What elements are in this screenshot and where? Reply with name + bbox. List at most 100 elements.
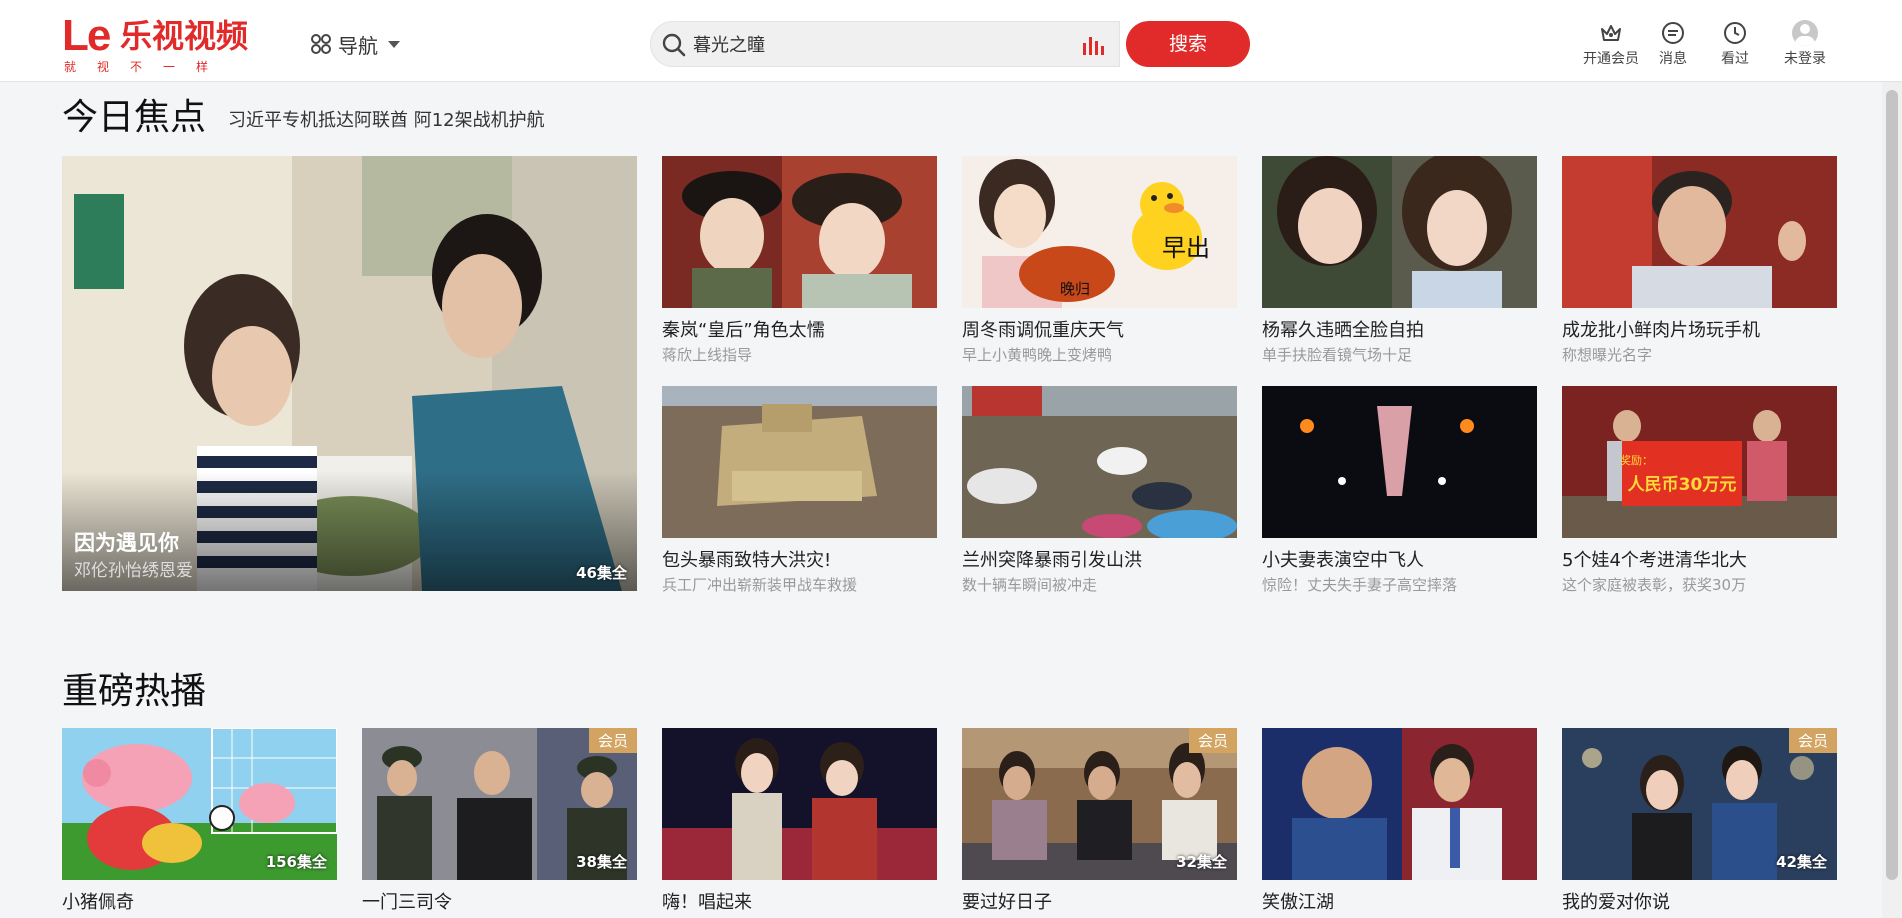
voice-bars-icon[interactable] [1081,33,1105,57]
logo-slogan: 就视不一样 [64,60,230,74]
episode-count-badge: 46集全 [576,564,627,582]
nav-menu-label: 导航 [338,33,378,58]
search-input[interactable] [693,30,1033,58]
aerial-stunt-image [1262,386,1537,538]
focus-card-title: 5个娃4个考进清华北大 [1562,550,1747,571]
avatar-icon [1792,20,1818,46]
vip-badge: 会员 [588,728,637,753]
focus-card-subtitle: 这个家庭被表彰，获奖30万 [1562,576,1747,594]
page-scrollbar[interactable] [1882,82,1902,918]
hot-card-thumbnail [1262,728,1537,880]
focus-card[interactable]: 秦岚“皇后”角色太懦 蒋欣上线指导 [662,156,937,365]
hot-card[interactable]: 会员 38集全 一门三司令 [362,728,637,914]
focus-card-thumbnail [662,386,937,538]
hot-card[interactable]: 会员 42集全 我的爱对你说 [1562,728,1837,914]
flood-armored-vehicle-image [662,386,937,538]
crown-icon [1601,25,1621,41]
hot-card-title: 我的爱对你说 [1562,892,1670,913]
singing-show-image [662,728,937,880]
grid-icon [311,34,331,54]
focus-card-title: 包头暴雨致特大洪灾! [662,550,832,571]
hot-card-thumbnail [662,728,937,880]
focus-card-subtitle: 称想曝光名字 [1562,346,1653,364]
caret-down-icon [388,40,400,48]
meme-caption-morning: 早出 [1162,234,1210,262]
award-banner-label: 奖励： [1620,454,1653,467]
search-icon[interactable] [661,32,687,58]
hot-card-thumbnail: 会员 38集全 [362,728,637,880]
message-icon [1662,22,1684,44]
episode-count-badge: 32集全 [1176,853,1227,871]
letv-logo[interactable]: Le 乐视视频 就视不一样 [62,11,272,75]
user-tools: 开通会员 消息 看过 未登录 [1580,16,1836,68]
hot-card[interactable]: 156集全 小猪佩奇 [62,728,337,914]
search-bar: 搜索 [650,21,1250,67]
focus-main-title: 因为遇见你 [74,531,179,555]
episode-count-badge: 156集全 [265,853,327,871]
focus-card-title: 兰州突降暴雨引发山洪 [962,550,1142,571]
vip-label: 开通会员 [1583,51,1639,67]
search-button[interactable]: 搜索 [1126,21,1250,67]
history-label: 看过 [1721,51,1749,67]
interview-image [1562,156,1837,308]
history-button[interactable]: 看过 [1704,16,1766,68]
award-ceremony-image [1562,386,1837,538]
focus-card[interactable]: 成龙批小鲜肉片场玩手机 称想曝光名字 [1562,156,1837,365]
focus-card[interactable]: 兰州突降暴雨引发山洪 数十辆车瞬间被冲走 [962,386,1237,595]
login-button[interactable]: 未登录 [1774,16,1836,68]
hot-card-thumbnail: 156集全 [62,728,337,880]
focus-card-title: 秦岚“皇后”角色太懦 [662,320,825,341]
hot-section-title: 重磅热播 [62,671,207,712]
hot-card-thumbnail: 会员 32集全 [962,728,1237,880]
top-header: Le 乐视视频 就视不一样 导航 暮光之瞳 搜索 开通会员 消息 看过 未登录 [0,0,1902,82]
nav-menu-button[interactable]: 导航 [310,28,400,60]
focus-card-subtitle: 蒋欣上线指导 [662,346,753,364]
focus-card-thumbnail [1262,386,1537,538]
focus-card-thumbnail [1262,156,1537,308]
focus-card[interactable]: 小夫妻表演空中飞人 惊险！丈夫失手妻子高空摔落 [1262,386,1537,595]
comedy-show-image [1262,728,1537,880]
hot-card-title: 一门三司令 [362,892,452,913]
focus-main-subtitle: 邓伦孙怡绣恩爱 [74,561,193,581]
focus-card[interactable]: 早出 晚归 周冬雨调侃重庆天气 早上小黄鸭晚上变烤鸭 [962,156,1237,365]
scrollbar-thumb[interactable] [1886,90,1898,880]
focus-card-subtitle: 惊险！丈夫失手妻子高空摔落 [1262,576,1458,594]
logo-mark: Le [62,11,111,60]
focus-card-subtitle: 早上小黄鸭晚上变烤鸭 [962,346,1113,364]
focus-card[interactable]: 奖励： 人民币30万元 5个娃4个考进清华北大 这个家庭被表彰，获奖30万 [1562,386,1837,595]
focus-card-thumbnail [1562,156,1837,308]
focus-card-title: 成龙批小鲜肉片场玩手机 [1562,320,1760,341]
hot-card[interactable]: 嗨！唱起来 [662,728,937,914]
focus-card-subtitle: 兵工厂冲出崭新装甲战车救援 [662,576,858,594]
focus-card[interactable]: 包头暴雨致特大洪灾! 兵工厂冲出崭新装甲战车救援 [662,386,937,595]
focus-card-thumbnail: 奖励： 人民币30万元 [1562,386,1837,538]
page: Le 乐视视频 就视不一样 导航 暮光之瞳 搜索 开通会员 消息 看过 未登录 … [0,0,1902,918]
vip-badge: 会员 [1788,728,1837,753]
hot-card-thumbnail: 会员 42集全 [1562,728,1837,880]
vip-badge: 会员 [1188,728,1237,753]
focus-card[interactable]: 杨幂久违晒全脸自拍 单手扶脸看镜气场十足 [1262,156,1537,365]
focus-headline-link[interactable]: 习近平专机抵达阿联酋 阿12架战机护航 [228,106,545,132]
focus-card-thumbnail [962,386,1237,538]
hot-card-title: 嗨！唱起来 [662,892,752,913]
award-banner-text: 人民币30万元 [1627,475,1737,495]
focus-card-thumbnail [662,156,937,308]
message-button[interactable]: 消息 [1642,16,1704,68]
hot-card-title: 小猪佩奇 [62,892,134,913]
hot-card-title: 笑傲江湖 [1262,892,1334,913]
hot-card-title: 要过好日子 [962,892,1052,913]
logo-name: 乐视视频 [120,17,249,55]
focus-section-title: 今日焦点 [62,97,207,138]
flash-flood-image [962,386,1237,538]
focus-main-card[interactable]: 因为遇见你 邓伦孙怡绣恩爱 46集全 [62,156,637,591]
hot-card[interactable]: 会员 32集全 要过好日子 [962,728,1237,914]
focus-card-thumbnail: 早出 晚归 [962,156,1237,308]
focus-card-title: 周冬雨调侃重庆天气 [962,320,1124,341]
clock-icon [1724,22,1746,44]
hot-card[interactable]: 笑傲江湖 [1262,728,1537,914]
selfie-image [1262,156,1537,308]
search-box [650,21,1120,67]
login-label: 未登录 [1784,51,1826,67]
message-label: 消息 [1659,51,1687,67]
vip-button[interactable]: 开通会员 [1580,16,1642,68]
